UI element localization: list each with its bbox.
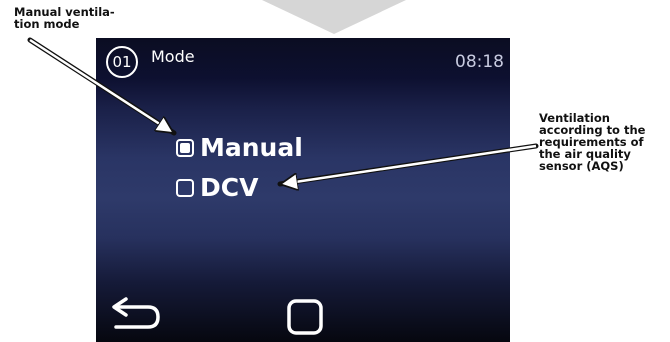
callout-arrows — [27, 37, 539, 342]
callout-arrow-dcv — [277, 143, 539, 184]
callout-arrow-manual — [27, 37, 177, 136]
